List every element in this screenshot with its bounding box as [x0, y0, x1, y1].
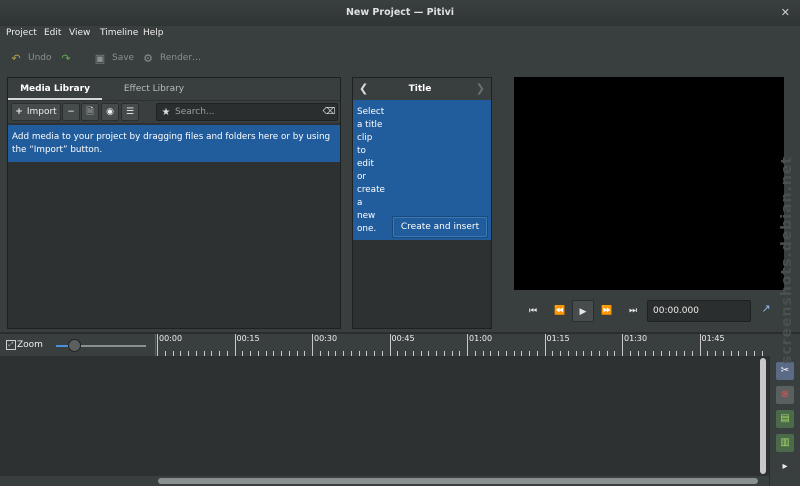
- title-panel-body: Select a title clip to edit or create a …: [353, 100, 491, 240]
- zoom-control: ⤢ Zoom: [0, 336, 155, 356]
- timeline-ruler[interactable]: 00:00 00:15 00:30 00:45 01:00 01:15 01:30 01:45: [155, 334, 769, 356]
- ruler-label: 00:15: [236, 334, 260, 343]
- list-icon: ☰: [125, 107, 135, 117]
- ruler-label: 00:45: [391, 334, 415, 343]
- zoom-label: Zoom: [17, 340, 43, 350]
- play-button[interactable]: ▶: [572, 300, 594, 322]
- menu-bar: Project Edit View Timeline Help: [0, 26, 800, 44]
- tab-effect-library[interactable]: Effect Library: [102, 78, 206, 100]
- chevron-left-icon[interactable]: ❮: [359, 82, 368, 95]
- main-toolbar: ↶ Undo ↷ ▣ Save ⚙ Render…: [0, 44, 800, 72]
- render-icon: ⚙: [143, 51, 153, 65]
- render-label: Render…: [160, 53, 202, 63]
- timeline-horizontal-scrollbar[interactable]: [158, 478, 758, 484]
- import-button[interactable]: + Import: [11, 103, 61, 121]
- close-icon[interactable]: ✕: [781, 6, 790, 20]
- title-panel-header: ❮ Title ❯: [353, 78, 491, 102]
- import-label: Import: [26, 107, 57, 117]
- title-message-word: create: [357, 185, 385, 195]
- timecode-input[interactable]: 00:00.000: [647, 300, 751, 322]
- undo-button[interactable]: ↶ Undo: [8, 50, 52, 66]
- ruler-major-tick: [622, 334, 623, 356]
- menu-project[interactable]: Project: [6, 28, 37, 38]
- expand-toolbar-icon[interactable]: ▸: [776, 458, 794, 476]
- ruler-label: 01:30: [624, 334, 648, 343]
- ungroup-clips-icon[interactable]: ▥: [776, 434, 794, 452]
- window-titlebar: New Project — Pitivi ✕: [0, 0, 800, 26]
- timeline-tracks-area[interactable]: [0, 356, 769, 476]
- title-message-word: to: [357, 146, 366, 156]
- star-icon: ★: [161, 106, 171, 118]
- undo-label: Undo: [28, 53, 52, 63]
- proxy-button[interactable]: ◉: [101, 103, 119, 121]
- rewind-icon[interactable]: ⏪: [549, 300, 571, 322]
- title-message-word: new: [357, 211, 376, 221]
- split-clip-icon[interactable]: ✂: [776, 362, 794, 380]
- ruler-major-tick: [234, 334, 236, 356]
- ruler-label: 00:00: [159, 334, 183, 343]
- title-message-word: Select: [357, 107, 385, 117]
- list-view-button[interactable]: ☰: [121, 103, 139, 121]
- title-message-word: or: [357, 172, 366, 182]
- plus-icon: +: [15, 107, 23, 117]
- clear-search-icon[interactable]: ⌫: [321, 107, 337, 117]
- ruler-major-tick: [699, 334, 701, 356]
- clip-properties-button[interactable]: 🗎: [81, 103, 99, 121]
- group-clips-icon[interactable]: ▤: [776, 410, 794, 428]
- ruler-major-tick: [544, 334, 546, 356]
- save-icon: ▣: [94, 51, 106, 65]
- delete-clip-icon[interactable]: ⊗: [776, 386, 794, 404]
- render-button[interactable]: ⚙ Render…: [140, 50, 201, 66]
- viewer-controls: ⏮ ⏪ ▶ ⏩ ⏭ 00:00.000 ↗: [514, 298, 784, 322]
- ruler-major-tick: [467, 334, 468, 356]
- document-icon: 🗎: [86, 107, 94, 117]
- search-input[interactable]: ★ Search... ⌫: [156, 103, 338, 121]
- ruler-major-tick: [389, 334, 391, 356]
- library-toolbar: + Import − 🗎 ◉ ☰ ★ Search... ⌫: [8, 101, 340, 123]
- ruler-label: 00:30: [314, 334, 338, 343]
- title-message: Select a title clip to edit or create a …: [357, 106, 385, 236]
- search-placeholder: Search...: [175, 107, 215, 117]
- ruler-major-tick: [312, 334, 313, 356]
- menu-view[interactable]: View: [69, 28, 90, 38]
- title-message-word: a title: [357, 120, 383, 130]
- timeline-vertical-scrollbar[interactable]: [760, 358, 766, 474]
- create-and-insert-button[interactable]: Create and insert: [392, 216, 488, 238]
- library-tabs: Media Library Effect Library: [8, 78, 340, 100]
- menu-help[interactable]: Help: [143, 28, 164, 38]
- title-message-word: edit: [357, 159, 374, 169]
- timeline-sidebar: ✂ ⊗ ▤ ▥ ▸: [769, 356, 800, 486]
- chevron-right-icon[interactable]: ❯: [476, 82, 485, 95]
- menu-timeline[interactable]: Timeline: [100, 28, 138, 38]
- window-title: New Project — Pitivi: [345, 7, 455, 18]
- video-viewer: [514, 77, 784, 290]
- undo-icon: ↶: [11, 51, 21, 65]
- save-button[interactable]: ▣ Save: [92, 50, 134, 66]
- go-to-end-icon[interactable]: ⏭: [622, 300, 644, 322]
- redo-icon: ↷: [61, 51, 71, 65]
- fast-forward-icon[interactable]: ⏩: [596, 300, 618, 322]
- redo-button[interactable]: ↷: [58, 50, 78, 66]
- ruler-label: 01:15: [546, 334, 570, 343]
- playhead[interactable]: [155, 334, 156, 356]
- title-message-word: one.: [357, 224, 377, 234]
- zoom-fit-icon[interactable]: ⤢: [6, 340, 16, 350]
- menu-edit[interactable]: Edit: [44, 28, 61, 38]
- ruler-label: 01:45: [701, 334, 725, 343]
- tab-media-library[interactable]: Media Library: [8, 78, 102, 100]
- go-to-start-icon[interactable]: ⏮: [522, 300, 544, 322]
- watermark-text: screenshots.debian.net: [779, 156, 795, 364]
- library-info-banner: Add media to your project by dragging fi…: [8, 125, 340, 162]
- lightbulb-icon: ◉: [106, 107, 114, 117]
- detach-viewer-icon[interactable]: ↗: [758, 302, 774, 318]
- ruler-major-tick: [157, 334, 158, 356]
- remove-clip-button[interactable]: −: [62, 103, 80, 121]
- zoom-slider-knob[interactable]: [68, 339, 81, 352]
- save-label: Save: [112, 53, 135, 63]
- title-message-word: clip: [357, 133, 373, 143]
- tab-title[interactable]: Title: [375, 78, 465, 102]
- title-message-word: a: [357, 198, 363, 208]
- minus-icon: −: [67, 107, 75, 117]
- ruler-label: 01:00: [469, 334, 493, 343]
